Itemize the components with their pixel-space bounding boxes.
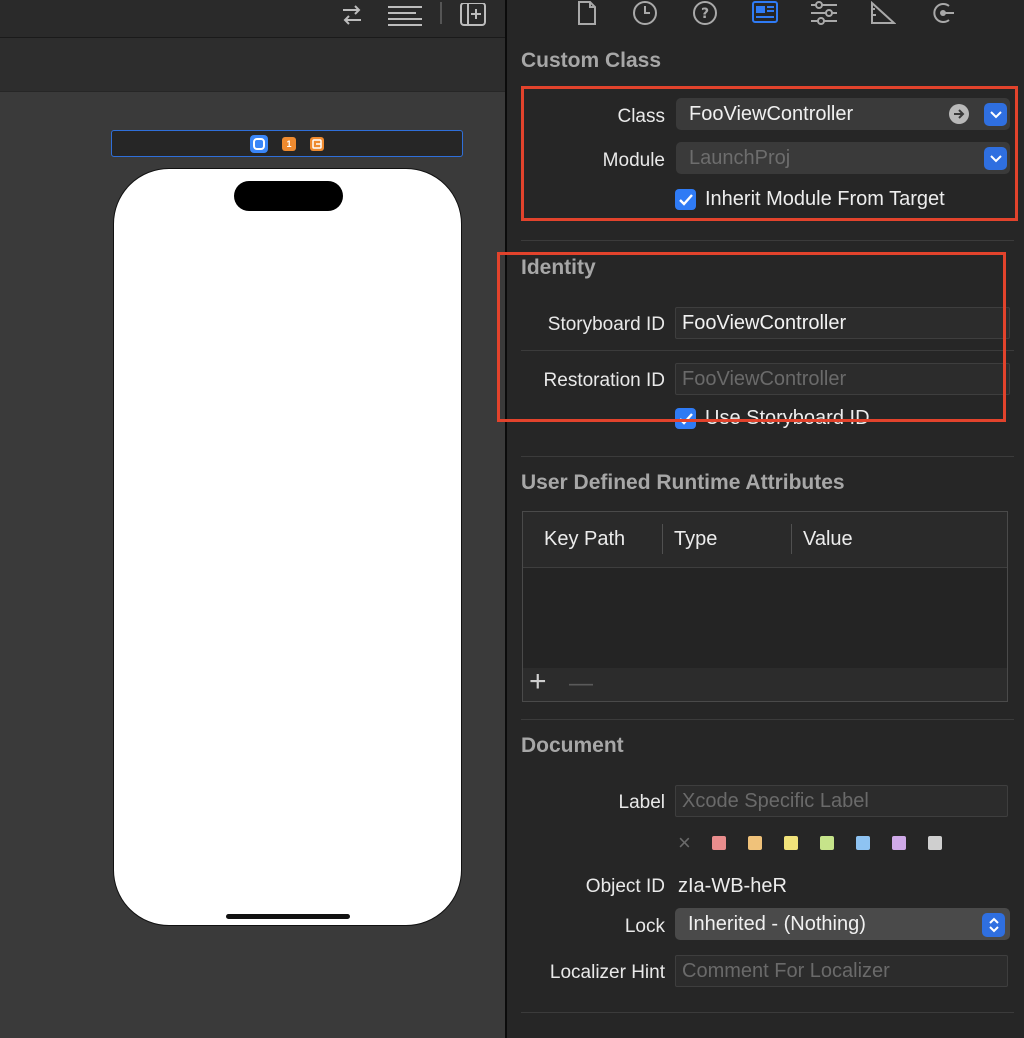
scene-dock[interactable]: 1 xyxy=(111,130,463,157)
add-attribute-button[interactable]: + xyxy=(529,665,547,699)
column-divider xyxy=(662,524,663,554)
table-header: Key Path Type Value xyxy=(523,512,1007,568)
custom-class-highlight xyxy=(521,86,1018,221)
object-id-label: Object ID xyxy=(585,876,665,897)
clear-label-color-icon[interactable]: × xyxy=(678,830,691,856)
exit-icon[interactable] xyxy=(310,136,324,151)
lock-popup-button[interactable]: Inherited - (Nothing) xyxy=(675,908,1010,940)
storyboard-canvas[interactable]: 1 xyxy=(0,0,505,1038)
runtime-attributes-table[interactable]: Key Path Type Value + — xyxy=(522,511,1008,702)
column-header-type[interactable]: Type xyxy=(674,528,717,551)
first-responder-icon[interactable]: 1 xyxy=(282,136,296,151)
label-color-swatch[interactable] xyxy=(712,836,726,850)
document-label-placeholder: Xcode Specific Label xyxy=(682,789,869,812)
object-id-value: zIa-WB-heR xyxy=(678,875,787,897)
file-inspector-icon[interactable] xyxy=(572,0,602,26)
add-editor-icon[interactable] xyxy=(459,0,487,30)
table-footer: + — xyxy=(523,665,1007,701)
svg-text:?: ? xyxy=(701,6,709,22)
label-color-swatch[interactable] xyxy=(748,836,762,850)
identity-inspector-icon[interactable] xyxy=(750,0,780,26)
dynamic-island xyxy=(234,181,343,211)
document-label-label: Label xyxy=(618,792,666,813)
attributes-inspector-icon[interactable] xyxy=(809,0,839,26)
runtime-attributes-title: User Defined Runtime Attributes xyxy=(521,471,845,494)
view-controller-icon[interactable] xyxy=(250,134,268,153)
toolbar-divider xyxy=(440,2,442,24)
label-color-swatch[interactable] xyxy=(892,836,906,850)
label-color-swatch[interactable] xyxy=(784,836,798,850)
remove-attribute-button[interactable]: — xyxy=(569,670,593,698)
document-label-field[interactable]: Xcode Specific Label xyxy=(675,785,1008,817)
column-divider xyxy=(791,524,792,554)
section-separator xyxy=(521,456,1014,457)
adjust-editor-options-icon[interactable] xyxy=(386,0,424,30)
section-separator xyxy=(521,719,1014,720)
column-header-value[interactable]: Value xyxy=(803,528,853,551)
localizer-hint-placeholder: Comment For Localizer xyxy=(682,959,890,982)
inspector-tab-bar: ? xyxy=(507,0,1024,36)
iphone-view-controller-scene[interactable] xyxy=(113,168,462,926)
label-color-swatch[interactable] xyxy=(928,836,942,850)
localizer-hint-label: Localizer Hint xyxy=(549,962,665,983)
localizer-hint-field[interactable]: Comment For Localizer xyxy=(675,955,1008,987)
identity-inspector: ? Custom Class Class FooViewController M… xyxy=(497,0,1024,1038)
section-separator xyxy=(521,240,1014,241)
lock-updown-chevron-icon[interactable] xyxy=(982,913,1005,937)
canvas-toolbar xyxy=(0,0,505,38)
section-separator xyxy=(521,1012,1014,1013)
quick-help-icon[interactable]: ? xyxy=(690,0,720,26)
column-header-key-path[interactable]: Key Path xyxy=(544,528,625,551)
label-color-swatch[interactable] xyxy=(856,836,870,850)
custom-class-title: Custom Class xyxy=(521,49,662,72)
lock-value: Inherited - (Nothing) xyxy=(688,912,866,935)
home-indicator xyxy=(226,914,350,919)
document-title: Document xyxy=(521,734,624,757)
history-inspector-icon[interactable] xyxy=(630,0,660,26)
lock-label: Lock xyxy=(624,916,665,937)
swap-arrows-icon[interactable] xyxy=(338,0,366,30)
size-inspector-icon[interactable] xyxy=(868,0,898,26)
identity-highlight xyxy=(497,252,1006,422)
connections-inspector-icon[interactable] xyxy=(928,0,958,26)
canvas-subbar xyxy=(0,38,505,92)
label-color-swatch[interactable] xyxy=(820,836,834,850)
